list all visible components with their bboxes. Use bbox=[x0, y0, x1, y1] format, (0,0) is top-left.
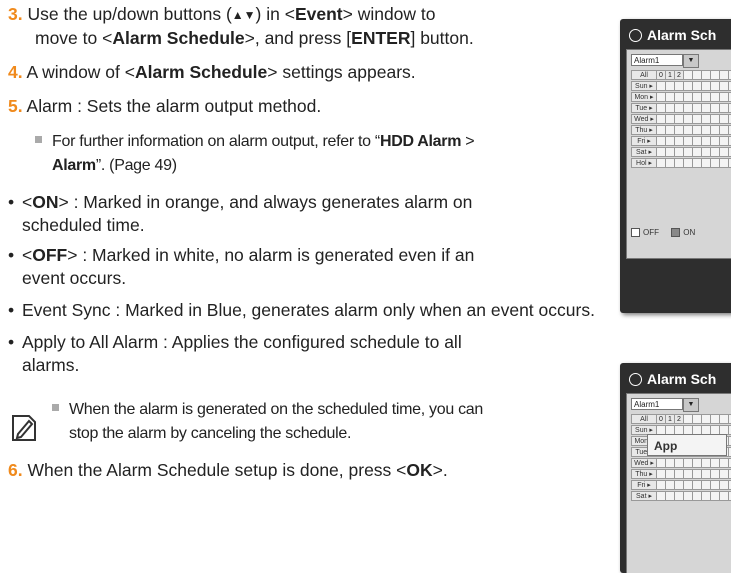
square-bullet-icon bbox=[35, 136, 42, 144]
day-label[interactable]: Thu ▸ bbox=[631, 125, 657, 135]
bullet-icon: • bbox=[8, 300, 15, 320]
step-4: 4. A window of <Alarm Schedule> settings… bbox=[8, 62, 416, 82]
step-5: 5. Alarm : Sets the alarm output method. bbox=[8, 96, 322, 116]
bullet-off: • <OFF> : Marked in white, no alarm is ge… bbox=[8, 245, 475, 265]
schedule-grid: All 0 1 2 Sun ▸ Mon ▸ Tue ▸ Wed ▸ Thu ▸ Fri ▸ Sat … bbox=[631, 70, 731, 169]
day-row: Sat ▸ bbox=[631, 491, 731, 502]
day-row: Wed ▸ bbox=[631, 114, 731, 125]
bullet-icon: • bbox=[8, 332, 15, 352]
step-3-line2: move to <Alarm Schedule>, and press [ENT… bbox=[35, 28, 474, 48]
day-row: Hol ▸ bbox=[631, 158, 731, 169]
schedule-grid: All 0 1 2 Sun ▸ Mon ▸ Tue ▸ Wed ▸ Thu ▸ Fri ▸ Sat … bbox=[631, 414, 731, 502]
step-3-line1: 3. Use the up/down buttons (▲▼) in <Even… bbox=[8, 4, 436, 24]
dropdown-arrow-icon[interactable]: ▼ bbox=[683, 398, 699, 412]
grid-header-row: All 0 1 2 bbox=[631, 414, 731, 425]
window-title: Alarm Sch bbox=[629, 371, 716, 387]
day-label[interactable]: Wed ▸ bbox=[631, 114, 657, 124]
day-label[interactable]: Sat ▸ bbox=[631, 491, 657, 501]
apply-popup[interactable]: App bbox=[647, 434, 727, 456]
clock-icon bbox=[629, 372, 642, 386]
legend-off-swatch bbox=[631, 228, 640, 238]
legend-on-swatch bbox=[671, 228, 681, 238]
alarm-select[interactable]: Alarm1 ▼ bbox=[631, 398, 699, 412]
day-label[interactable]: Wed ▸ bbox=[631, 458, 657, 468]
bullet-on-cont: scheduled time. bbox=[22, 215, 145, 235]
day-label[interactable]: Sat ▸ bbox=[631, 147, 657, 157]
bullet-apply-cont: alarms. bbox=[22, 355, 80, 375]
day-row: Fri ▸ bbox=[631, 480, 731, 491]
bullet-apply: • Apply to All Alarm : Applies the config… bbox=[8, 332, 462, 352]
day-row: Sun ▸ bbox=[631, 81, 731, 92]
bullet-off-cont: event occurs. bbox=[22, 268, 127, 288]
note-line2: stop the alarm by canceling the schedule… bbox=[69, 425, 352, 442]
schedule-panel: Alarm1 ▼ All 0 1 2 Sun ▸ Mon ▸ Tue ▸ Wed ▸ Thu ▸ F… bbox=[626, 393, 731, 573]
bullet-icon: • bbox=[8, 192, 15, 212]
day-label[interactable]: Mon ▸ bbox=[631, 92, 657, 102]
day-row: Sat ▸ bbox=[631, 147, 731, 158]
step-6: 6. When the Alarm Schedule setup is done… bbox=[8, 460, 448, 480]
grid-header-row: All 0 1 2 bbox=[631, 70, 731, 81]
day-label[interactable]: Sun ▸ bbox=[631, 81, 657, 91]
legend: OFF ON bbox=[631, 228, 695, 238]
alarm-select[interactable]: Alarm1 ▼ bbox=[631, 54, 699, 68]
note-line1: When the alarm is generated on the sched… bbox=[52, 398, 483, 422]
day-row: Thu ▸ bbox=[631, 125, 731, 136]
day-row: Fri ▸ bbox=[631, 136, 731, 147]
window-title: Alarm Sch bbox=[629, 27, 716, 43]
day-label[interactable]: Tue ▸ bbox=[631, 103, 657, 113]
dropdown-arrow-icon[interactable]: ▼ bbox=[683, 54, 699, 68]
day-row: Mon ▸ bbox=[631, 92, 731, 103]
day-label[interactable]: Fri ▸ bbox=[631, 480, 657, 490]
step-number: 3. bbox=[8, 4, 23, 24]
day-label[interactable]: Thu ▸ bbox=[631, 469, 657, 479]
bullet-icon: • bbox=[8, 245, 15, 265]
day-row: Wed ▸ bbox=[631, 458, 731, 469]
sub-note-line2: Alarm”. (Page 49) bbox=[52, 157, 177, 174]
all-button[interactable]: All bbox=[631, 70, 657, 80]
sub-note-line1: For further information on alarm output,… bbox=[35, 130, 475, 154]
schedule-panel: Alarm1 ▼ All 0 1 2 Sun ▸ Mon ▸ Tue ▸ Wed ▸ Thu ▸ F… bbox=[626, 49, 731, 259]
alarm-schedule-screenshot-1: Alarm Sch Alarm1 ▼ All 0 1 2 Sun ▸ Mon ▸ Tue ▸ W… bbox=[620, 19, 731, 313]
day-row: Thu ▸ bbox=[631, 469, 731, 480]
note-pencil-icon bbox=[12, 415, 36, 441]
day-row: Tue ▸ bbox=[631, 103, 731, 114]
clock-icon bbox=[629, 28, 642, 42]
bullet-event-sync: • Event Sync : Marked in Blue, generates … bbox=[8, 300, 595, 320]
alarm-schedule-screenshot-2: Alarm Sch Alarm1 ▼ All 0 1 2 Sun ▸ Mon ▸ Tue ▸ W… bbox=[620, 363, 731, 573]
all-button[interactable]: All bbox=[631, 414, 657, 424]
bullet-on: • <ON> : Marked in orange, and always gen… bbox=[8, 192, 473, 212]
square-bullet-icon bbox=[52, 404, 59, 412]
day-label[interactable]: Hol ▸ bbox=[631, 158, 657, 168]
day-label[interactable]: Fri ▸ bbox=[631, 136, 657, 146]
